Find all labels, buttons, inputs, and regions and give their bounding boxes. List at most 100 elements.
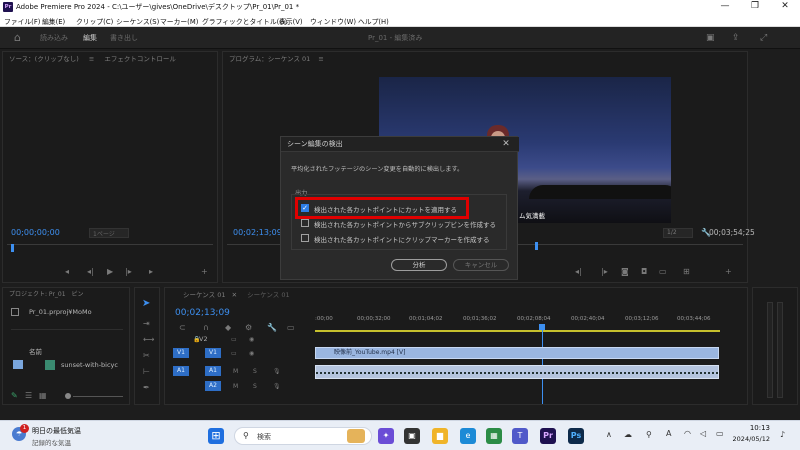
audio-clip[interactable]	[315, 365, 719, 379]
menu-marker[interactable]: マーカー(M)	[160, 16, 198, 26]
video-clip[interactable]: 映像前_YouTube.mp4 [V]	[315, 347, 719, 359]
battery-icon[interactable]: ▭	[716, 429, 724, 438]
zoom-slider[interactable]	[73, 396, 123, 397]
menu-clip[interactable]: クリップ(C)	[76, 16, 113, 26]
source-patch-v1[interactable]: V1	[173, 348, 189, 358]
subclip-bin-label[interactable]: 検出された各カットポイントからサブクリップビンを作成する	[314, 219, 496, 229]
slip-tool-icon[interactable]: ⊢	[143, 368, 150, 376]
copilot-icon[interactable]: ✦	[378, 428, 394, 444]
search-box[interactable]: ⚲ 検索	[234, 427, 372, 445]
step-forward-frame-icon[interactable]: |▸	[601, 268, 608, 276]
icon-view-icon[interactable]: ▦	[39, 392, 47, 400]
step-forward-frame-icon[interactable]: |▸	[125, 268, 132, 276]
source-patch-a1[interactable]: A1	[173, 366, 189, 376]
tab-bin[interactable]: ピン	[71, 291, 83, 298]
captions-icon[interactable]: ▭	[287, 324, 295, 332]
edge-browser-icon[interactable]: e	[460, 428, 476, 444]
add-button-icon[interactable]: +	[201, 268, 208, 276]
menu-file[interactable]: ファイル(F)	[4, 16, 40, 26]
solo-icon[interactable]: S	[253, 383, 257, 391]
tab-project[interactable]: プロジェクト: Pr_01	[9, 291, 66, 298]
multi-icon[interactable]: ⊞	[683, 268, 690, 276]
onedrive-icon[interactable]: ☁	[624, 430, 632, 439]
add-button-icon[interactable]: +	[725, 268, 732, 276]
zoom-dropdown[interactable]: 1/2	[663, 228, 693, 238]
teams-icon[interactable]: T	[512, 428, 528, 444]
ripple-edit-icon[interactable]: ⟷	[143, 336, 154, 344]
settings-icon[interactable]: ⚙	[245, 324, 252, 332]
panel-menu-icon[interactable]: ≡	[318, 55, 323, 63]
track-select-icon[interactable]: ⇥	[143, 320, 150, 328]
tab-export[interactable]: 書き出し	[110, 33, 138, 43]
tab-sequence-2[interactable]: シーケンス 01	[247, 291, 290, 299]
fullscreen-icon[interactable]: ⤢	[760, 34, 767, 43]
file-explorer-icon[interactable]: ▆	[432, 428, 448, 444]
clock-time[interactable]: 10:13	[740, 424, 770, 432]
menu-window[interactable]: ウィンドウ(W)	[310, 16, 356, 26]
close-button[interactable]: ✕	[770, 0, 800, 14]
marker-icon[interactable]: ◆	[225, 324, 231, 332]
dialog-close-icon[interactable]: ✕	[500, 138, 512, 151]
lock-icon[interactable]: 🔒	[193, 336, 200, 344]
tab-import[interactable]: 読み込み	[40, 33, 68, 43]
source-timecode[interactable]: 00;00;00;00	[11, 228, 60, 237]
clip-marker-label[interactable]: 検出された各カットポイントにクリップマーカーを作成する	[314, 234, 490, 244]
wrench-icon[interactable]: 🔧	[267, 324, 277, 332]
solo-icon[interactable]: S	[253, 368, 257, 376]
share-icon[interactable]: ⇪	[732, 34, 740, 43]
compare-icon[interactable]: ▭	[659, 268, 667, 276]
export-frame-icon[interactable]: ◙	[621, 268, 629, 276]
mute-icon[interactable]: M	[233, 383, 238, 391]
chevron-up-icon[interactable]: ∧	[606, 430, 612, 439]
photoshop-taskbar-icon[interactable]: Ps	[568, 428, 584, 444]
step-back-icon[interactable]: ◂	[65, 268, 69, 276]
close-tab-icon[interactable]: ✕	[232, 291, 237, 299]
mic-icon[interactable]: 🎙	[273, 383, 281, 391]
task-view-icon[interactable]: ▣	[404, 428, 420, 444]
tab-program[interactable]: プログラム：シーケンス 01	[229, 55, 310, 63]
eye-icon[interactable]: ◉	[249, 350, 254, 358]
clock-date[interactable]: 2024/05/12	[728, 435, 770, 443]
clip-marker-checkbox[interactable]	[301, 234, 309, 242]
cancel-button[interactable]: キャンセル	[453, 259, 509, 271]
minimize-button[interactable]: —	[710, 0, 740, 14]
store-icon[interactable]: ▦	[486, 428, 502, 444]
track-a2-target[interactable]: A2	[205, 381, 221, 391]
zoom-slider-thumb[interactable]	[65, 393, 71, 399]
list-view-icon[interactable]: ☰	[25, 392, 32, 400]
track-v1-target[interactable]: V1	[205, 348, 221, 358]
column-name-header[interactable]: 名前	[29, 346, 42, 356]
camera-icon[interactable]: ◘	[641, 268, 647, 276]
source-playhead[interactable]	[11, 244, 14, 252]
premiere-taskbar-icon[interactable]: Pr	[540, 428, 556, 444]
notification-bell-icon[interactable]: ♪	[780, 430, 785, 439]
pen-tool-icon[interactable]: ✒	[143, 384, 150, 392]
workspace-icon[interactable]: ▣	[706, 34, 715, 43]
ime-indicator[interactable]: A	[666, 429, 671, 438]
razor-tool-icon[interactable]: ✂	[143, 352, 150, 360]
play-icon[interactable]: ▶	[107, 268, 113, 276]
panel-menu-icon[interactable]: ≡	[89, 55, 94, 63]
source-page-dropdown[interactable]: 1ページ	[89, 228, 129, 238]
maximize-button[interactable]: ❐	[740, 0, 770, 14]
tab-sequence-1[interactable]: シーケンス 01	[183, 291, 226, 299]
selection-tool-icon[interactable]: ➤	[142, 299, 150, 309]
pencil-icon[interactable]: ✎	[11, 392, 18, 400]
timeline-timecode[interactable]: 00;02;13;09	[175, 308, 230, 318]
tab-source[interactable]: ソース：(クリップなし)	[9, 55, 79, 63]
speaker-icon[interactable]: ◁	[700, 429, 706, 438]
menu-sequence[interactable]: シーケンス(S)	[116, 16, 159, 26]
location-icon[interactable]: ⚲	[646, 430, 652, 439]
wifi-icon[interactable]: ◠	[684, 429, 691, 438]
sync-icon[interactable]: ▭	[231, 336, 237, 344]
mic-icon[interactable]: 🎙	[273, 368, 281, 376]
menu-edit[interactable]: 編集(E)	[42, 16, 65, 26]
tab-edit[interactable]: 編集	[83, 33, 97, 43]
menu-graphics[interactable]: グラフィックとタイトル(G)	[202, 16, 287, 26]
step-back-frame-icon[interactable]: ◂|	[575, 268, 582, 276]
home-icon[interactable]: ⌂	[14, 32, 26, 44]
windows-start-icon[interactable]: ⊞	[208, 428, 224, 444]
sync-icon[interactable]: ▭	[231, 350, 237, 358]
menu-view[interactable]: 表示(V)	[279, 16, 303, 26]
program-timecode[interactable]: 00;02;13;09	[233, 228, 282, 237]
